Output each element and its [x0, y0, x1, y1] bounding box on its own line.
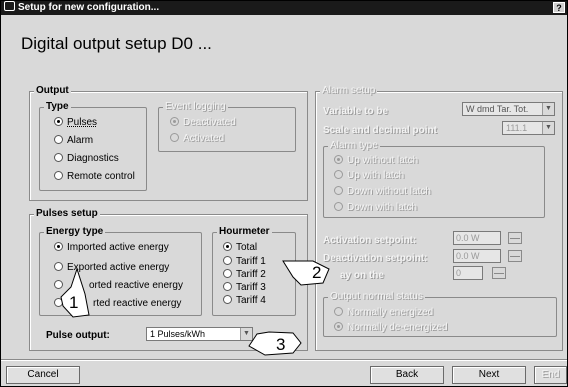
callout-2-arrow: [282, 260, 330, 286]
callout-3-arrow: [248, 331, 302, 356]
callout-overlay: [60, 260, 330, 356]
setup-window: Setup for new configuration... ? Digital…: [0, 0, 568, 387]
